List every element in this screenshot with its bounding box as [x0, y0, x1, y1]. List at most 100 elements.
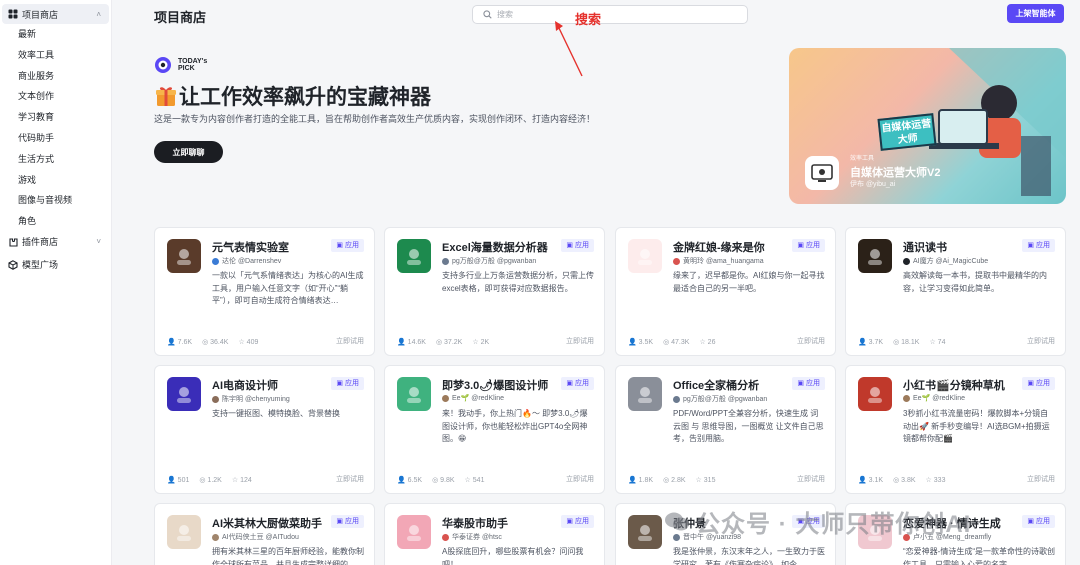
agent-name: AI电商设计师: [212, 380, 278, 392]
agent-name: Excel海量数据分析器: [442, 242, 548, 254]
page-title: 项目商店: [154, 10, 207, 25]
hero-title: 让工作效率飙升的宝藏神器: [156, 81, 431, 111]
sidebar-item[interactable]: 效率工具: [0, 45, 111, 66]
app-tag: ▣ 应用: [1022, 239, 1055, 252]
agent-author: 华泰证券 @htsc: [442, 532, 502, 542]
sidebar: 项目商店 ˄ 最新 效率工具 商业服务 文本创作 学习教育 代码助手 生活方式 游戏 图像与音视…: [0, 0, 112, 565]
search-icon: [483, 10, 492, 19]
agent-stats: 👤 3.7K ◎ 18.1K ☆ 74: [858, 338, 945, 346]
app-tag-label: 应用: [1036, 380, 1050, 387]
app-tag: ▣ 应用: [331, 239, 364, 252]
sidebar-group-model-square[interactable]: 模型广场: [2, 255, 109, 275]
try-now-link[interactable]: 立即试用: [336, 336, 364, 346]
agent-card[interactable]: 通识读书 ▣ 应用 AI魔方 @Ai_MagicCube 高效解读每一本书，提取书中最精…: [845, 227, 1066, 356]
sidebar-item[interactable]: 图像与音视频: [0, 190, 111, 211]
author-name: 陈宇明 @chenyuming: [222, 396, 290, 403]
agent-card[interactable]: 即梦3.0🌶爆图设计师 ▣ 应用 Ee🌱 @redKline 来！我动手，你上热门🔥～ …: [384, 365, 605, 494]
stat-item: ☆ 124: [231, 477, 252, 484]
strawberry-icon: [858, 377, 892, 411]
sidebar-item[interactable]: 生活方式: [0, 149, 111, 170]
stat-value: 26: [707, 339, 716, 346]
sidebar-group-project-store[interactable]: 项目商店 ˄: [2, 4, 109, 24]
agent-name: 小红书🎬分镜种草机: [903, 380, 1005, 392]
agent-card[interactable]: AI米其林大厨做菜助手 ▣ 应用 AI代码侠土豆 @AITudou 拥有米其林三星的百年…: [154, 503, 375, 565]
stat-item: ☆ 333: [925, 477, 946, 484]
stat-value: 2K: [480, 339, 490, 346]
app-tag: ▣ 应用: [792, 239, 825, 252]
search-box[interactable]: [472, 5, 748, 24]
agent-author: AI代码侠土豆 @AITudou: [212, 532, 299, 542]
sidebar-item[interactable]: 最新: [0, 24, 111, 45]
try-now-link[interactable]: 立即试用: [566, 474, 594, 484]
sidebar-group-label: 项目商店: [22, 9, 59, 20]
agent-card[interactable]: AI电商设计师 ▣ 应用 陈宇明 @chenyuming 支持一键抠图、模特换脸、背景替…: [154, 365, 375, 494]
stat-value: 1.2K: [207, 477, 222, 484]
app-tag-label: 应用: [345, 380, 359, 387]
try-now-link[interactable]: 立即试用: [797, 474, 825, 484]
sidebar-item[interactable]: 游戏: [0, 170, 111, 191]
featured-banner[interactable]: 自媒体运营大师 效率工具 自媒体运营大师V2 伊布 @yibu_ai: [789, 48, 1066, 204]
stat-item: ☆ 315: [695, 477, 716, 484]
app-tag-label: 应用: [575, 242, 589, 249]
stat-value: 14.6K: [407, 339, 426, 346]
emoji-avatar-icon: [167, 239, 201, 273]
try-now-link[interactable]: 立即试用: [566, 336, 594, 346]
app-icon: ▣: [1027, 242, 1034, 249]
agent-card[interactable]: 金牌红娘-缘来是你 ▣ 应用 黄明玲 @ama_huangama 缘来了，迟早都是你。A…: [615, 227, 836, 356]
agent-card[interactable]: 华泰股市助手 ▣ 应用 华泰证券 @htsc A股探底回升，哪些股票有机会？问问我吧！: [384, 503, 605, 565]
sidebar-item[interactable]: 学习教育: [0, 107, 111, 128]
chat-now-button[interactable]: 立即聊聊: [154, 141, 223, 163]
sidebar-item[interactable]: 代码助手: [0, 128, 111, 149]
spreadsheet-icon: [397, 239, 431, 273]
agent-author: 陈宇明 @chenyuming: [212, 394, 290, 404]
try-now-link[interactable]: 立即试用: [797, 336, 825, 346]
agent-author: pg万般@万般 @pgwanban: [673, 394, 767, 404]
stat-value: 6.5K: [407, 477, 423, 484]
stat-item: 👤 14.6K: [397, 339, 426, 346]
sidebar-group-plugin-store[interactable]: 插件商店 ˅: [2, 232, 109, 252]
author-name: Ee🌱 @redKline: [913, 395, 966, 402]
sidebar-item[interactable]: 角色: [0, 211, 111, 232]
author-name: pg万般@万般 @pgwanban: [452, 258, 537, 265]
stat-value: 47.3K: [671, 339, 690, 346]
grid-icon: [8, 9, 18, 19]
stat-item: ☆ 26: [699, 339, 716, 346]
stat-item: ☆ 2K: [472, 339, 490, 346]
sidebar-item[interactable]: 商业服务: [0, 66, 111, 87]
app-tag-label: 应用: [575, 380, 589, 387]
stat-item: ☆ 409: [238, 339, 259, 346]
stat-value: 333: [933, 477, 946, 484]
hero-subtitle: 这是一款专为内容创作者打造的全能工具，旨在帮助创作者高效生产优质内容，实现创作闭…: [154, 114, 596, 124]
stat-item: 👤 1.8K: [628, 477, 654, 484]
author-avatar: [673, 395, 680, 403]
stat-value: 2.8K: [671, 477, 686, 484]
try-now-link[interactable]: 立即试用: [1027, 474, 1055, 484]
try-now-link[interactable]: 立即试用: [336, 474, 364, 484]
sidebar-item[interactable]: 文本创作: [0, 86, 111, 107]
agent-description: PDF/Word/PPT全兼容分析，快速生成 词云图 与 思维导图，一图概览 让…: [673, 409, 824, 443]
stat-value: 315: [703, 477, 716, 484]
agent-card[interactable]: Excel海量数据分析器 ▣ 应用 pg万般@万般 @pgwanban 支持多行业上万条…: [384, 227, 605, 356]
author-avatar: [442, 394, 449, 402]
agent-card[interactable]: 小红书🎬分镜种草机 ▣ 应用 Ee🌱 @redKline 3秒抓小红书流量密码！爆款脚本…: [845, 365, 1066, 494]
agent-name: 金牌红娘-缘来是你: [673, 242, 765, 254]
agent-card[interactable]: Office全家桶分析 ▣ 应用 pg万般@万般 @pgwanban PDF/Word/…: [615, 365, 836, 494]
app-icon: ▣: [1027, 380, 1034, 387]
app-icon: ▣: [1027, 518, 1034, 525]
app-tag-label: 应用: [1036, 242, 1050, 249]
todays-pick-logo: TODAY's PICK: [154, 56, 207, 74]
stat-item: 👤 501: [167, 477, 190, 484]
author-name: 黄明玲 @ama_huangama: [683, 258, 764, 265]
author-avatar: [903, 257, 910, 265]
try-now-link[interactable]: 立即试用: [1027, 336, 1055, 346]
agent-name: 通识读书: [903, 242, 947, 254]
author-name: 达伦 @Darrenshev: [222, 258, 282, 265]
agent-card[interactable]: 元气表情实验室 ▣ 应用 达伦 @Darrenshev 一款以「元气系情绪表达」为核心的…: [154, 227, 375, 356]
agent-description: 高效解读每一本书，提取书中最精华的内容，让学习变得如此简单。: [903, 271, 1047, 293]
app-icon: ▣: [566, 380, 573, 387]
search-input[interactable]: [497, 10, 727, 19]
stat-value: 541: [472, 477, 485, 484]
publish-agent-button[interactable]: 上架智能体: [1007, 4, 1064, 23]
agent-author: Ee🌱 @redKline: [903, 394, 965, 402]
stat-value: 37.2K: [444, 339, 463, 346]
